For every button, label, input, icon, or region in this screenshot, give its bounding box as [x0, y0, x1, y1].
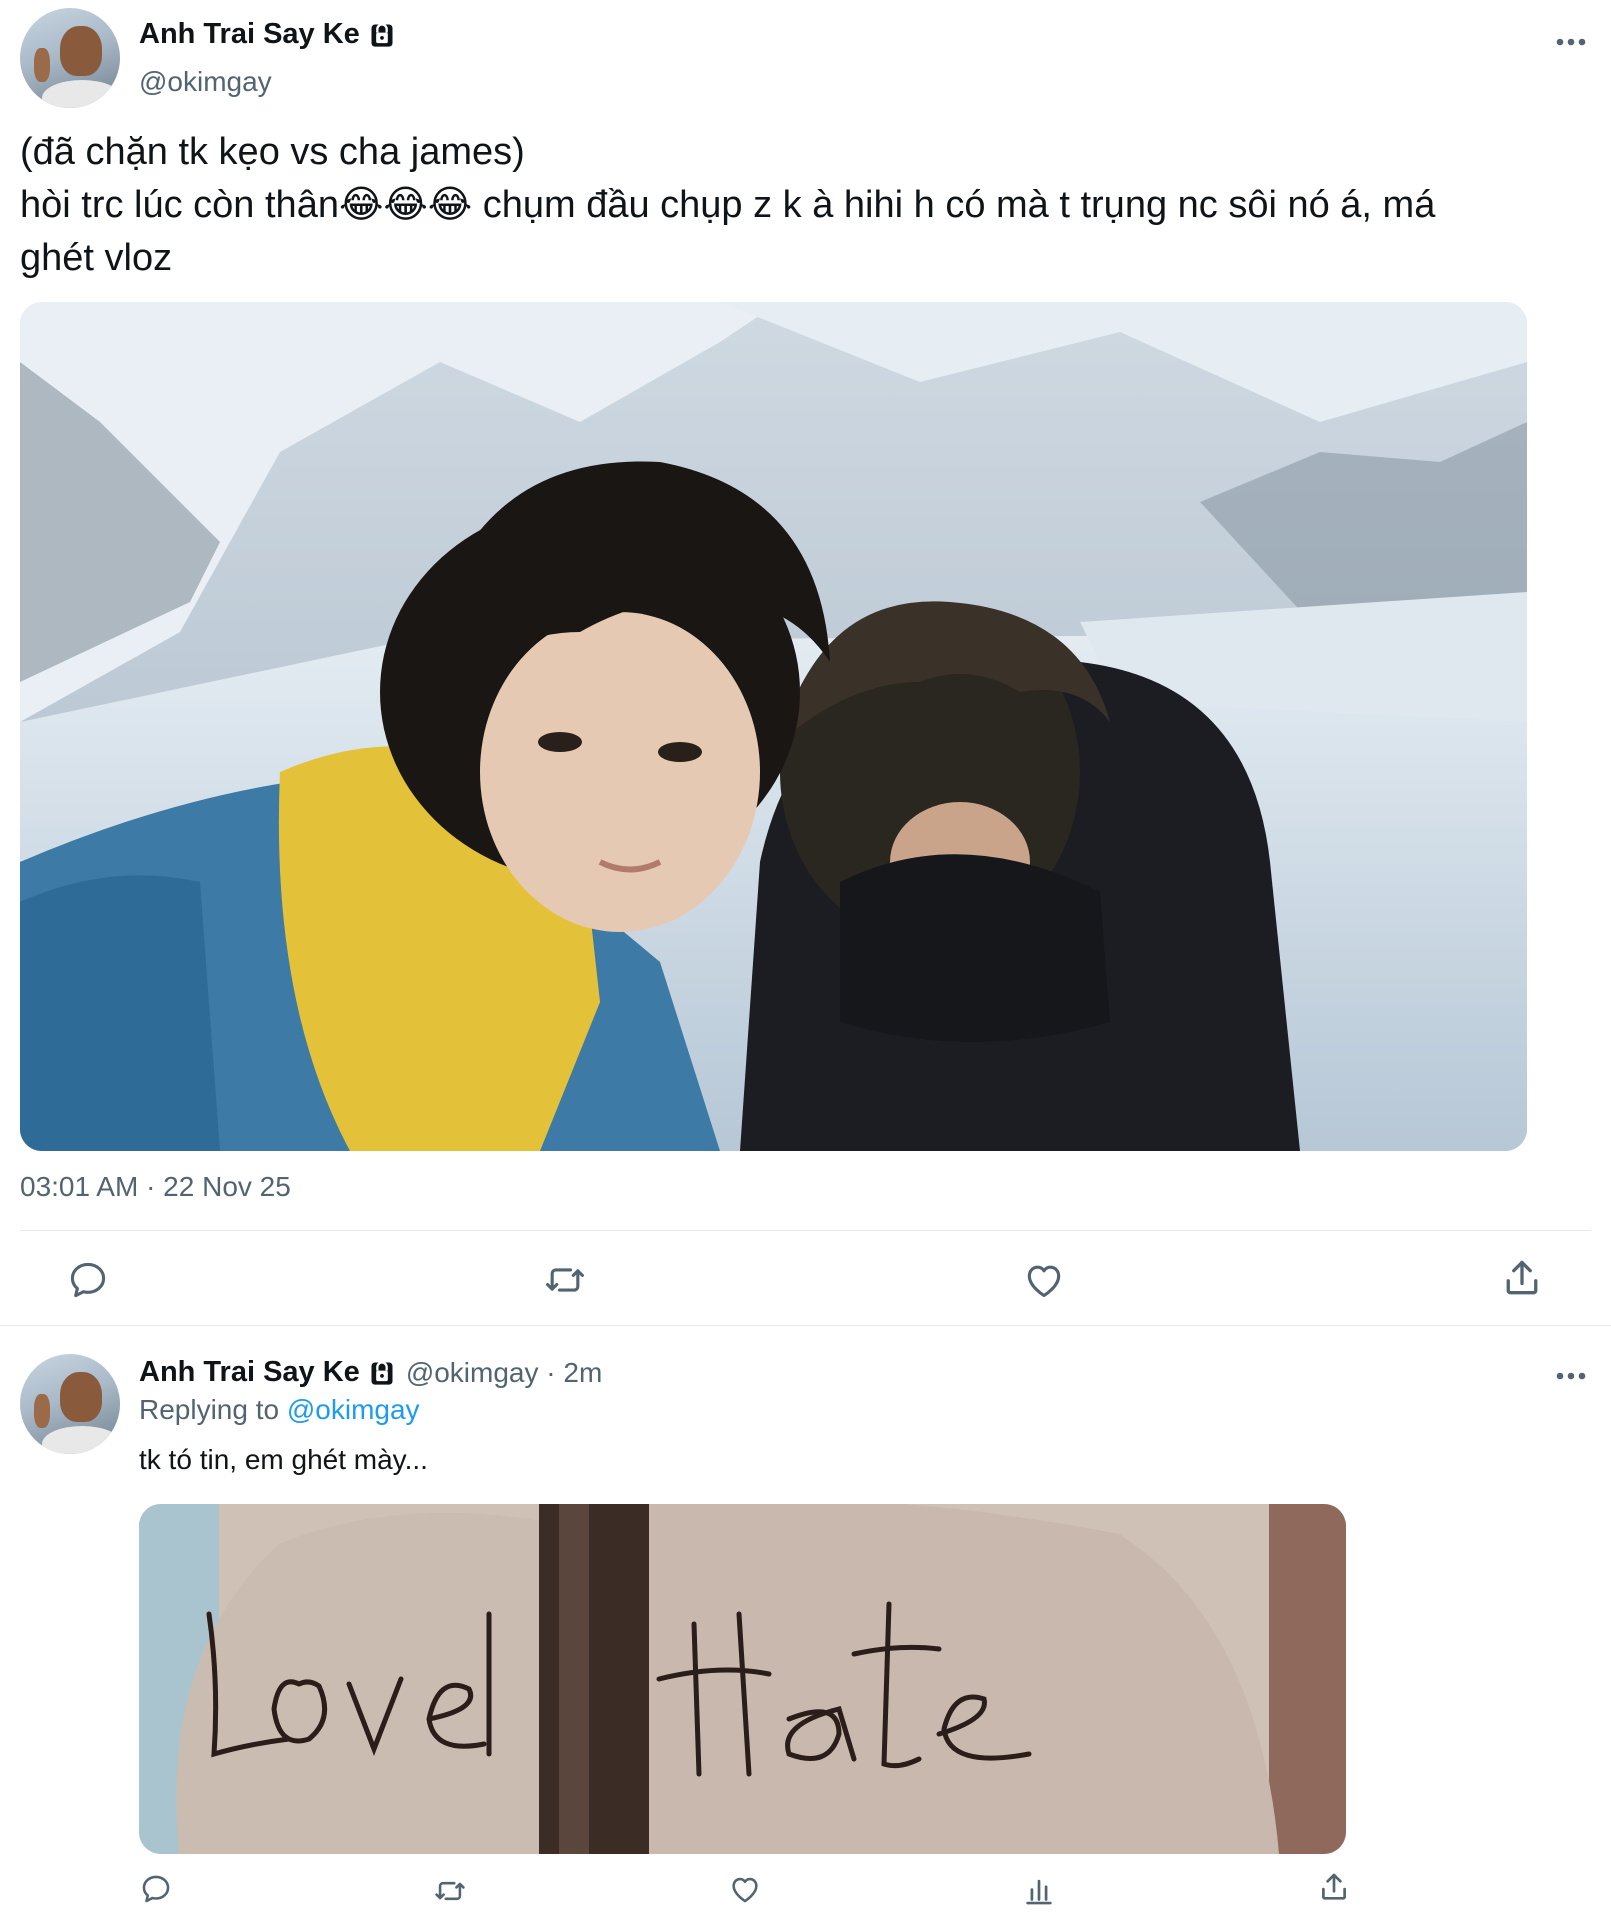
replying-to-label: Replying to [139, 1394, 280, 1425]
lock-icon [371, 22, 393, 47]
avatar[interactable] [20, 8, 120, 108]
divider [20, 1230, 1591, 1231]
author-name[interactable]: Anh Trai Say Ke [139, 1356, 396, 1389]
retweet-icon[interactable] [543, 1258, 587, 1302]
heart-icon[interactable] [1022, 1258, 1066, 1302]
avatar[interactable] [20, 1354, 120, 1454]
tweet-text: tk tó tin, em ghét mày... [139, 1444, 428, 1475]
tweet-text-line: ghét vloz [20, 237, 173, 279]
share-icon[interactable] [1317, 1870, 1351, 1904]
tweet-text-line: (đã chặn tk kẹo vs cha james) [20, 131, 525, 173]
author-display-name[interactable]: Anh Trai Say Ke [139, 18, 360, 51]
retweet-icon[interactable] [433, 1874, 467, 1908]
lock-icon [371, 1360, 393, 1385]
author-display-name[interactable]: Anh Trai Say Ke [139, 1356, 360, 1389]
tweet-photo[interactable] [139, 1504, 1346, 1854]
author-name[interactable]: Anh Trai Say Ke [139, 18, 396, 51]
tweet-timestamp[interactable]: 03:01 AM · 22 Nov 25 [20, 1171, 291, 1203]
tweet-text: (đã chặn tk kẹo vs cha james) hòi trc lú… [20, 126, 1595, 285]
reply-icon[interactable] [66, 1258, 110, 1302]
tweet-text-line: hòi trc lúc còn thân😂😂😂 chụm đầu chụp z … [20, 184, 1436, 226]
more-icon[interactable] [1554, 36, 1588, 48]
author-handle[interactable]: @okimgay [139, 66, 272, 98]
reply-header: Anh Trai Say Ke @okimgay · 2m [139, 1356, 602, 1389]
replying-to: Replying to @okimgay [139, 1394, 420, 1426]
photo-illustration [20, 302, 1527, 1151]
tweet-thread: Anh Trai Say Ke @okimgay (đã chặn tk kẹo… [0, 0, 1611, 1920]
share-icon[interactable] [1500, 1256, 1544, 1300]
views-icon[interactable] [1022, 1874, 1056, 1908]
heart-icon[interactable] [728, 1872, 762, 1906]
reply-icon[interactable] [139, 1872, 173, 1906]
replying-to-mention[interactable]: @okimgay [287, 1394, 420, 1425]
tweet-photo[interactable] [20, 302, 1527, 1151]
more-icon[interactable] [1554, 1370, 1588, 1382]
author-handle-and-time[interactable]: @okimgay · 2m [406, 1357, 602, 1389]
main-tweet: Anh Trai Say Ke @okimgay (đã chặn tk kẹo… [0, 0, 1611, 1326]
divider [0, 1325, 1611, 1326]
photo-illustration [139, 1504, 1346, 1854]
